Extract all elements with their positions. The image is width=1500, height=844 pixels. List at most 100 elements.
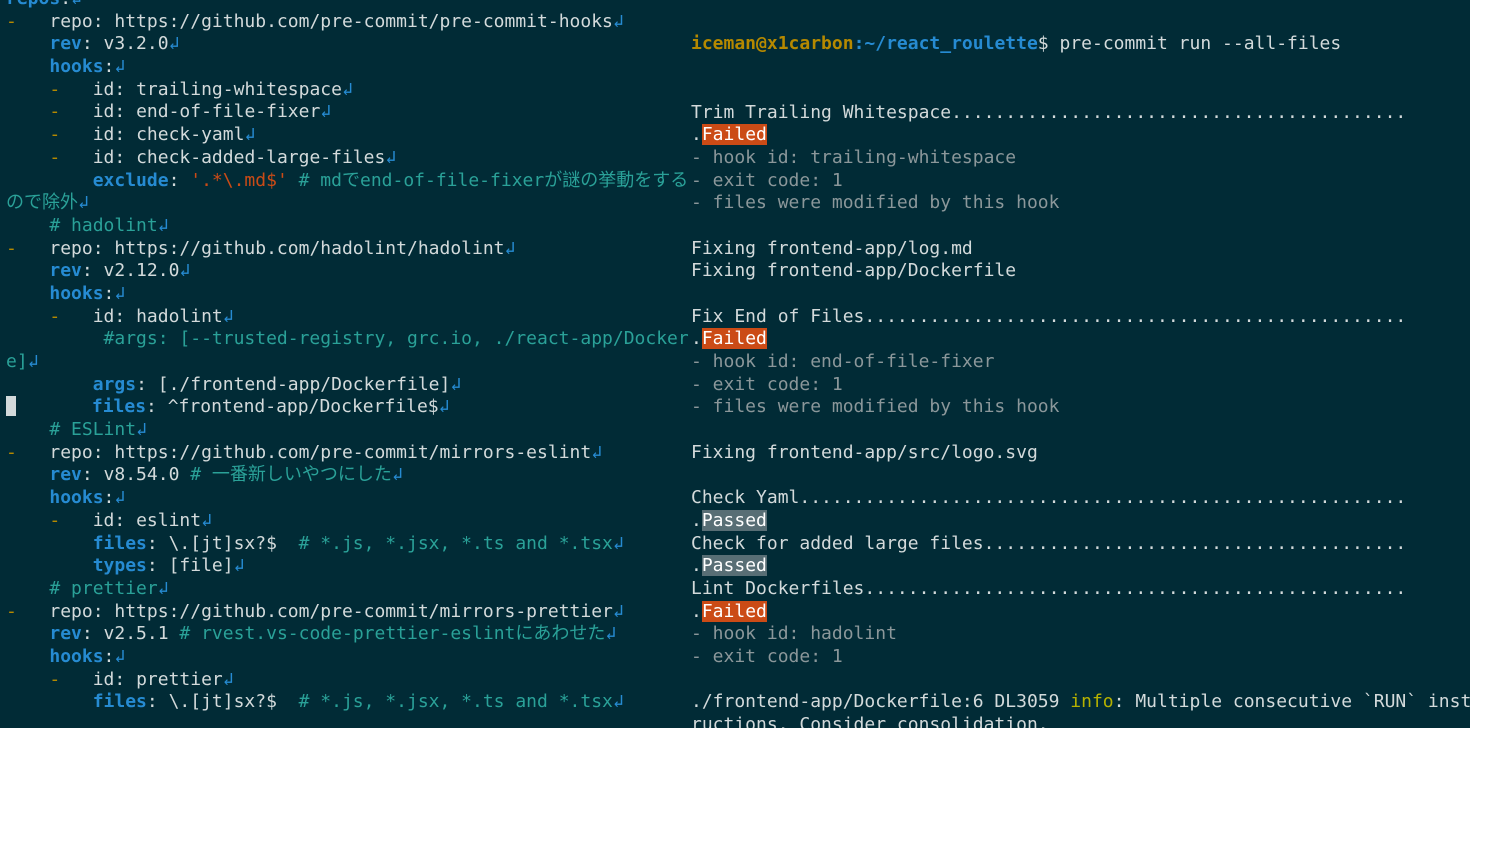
editor-line: rev: v8.54.0 # 一番新しいやつにした↲ bbox=[6, 464, 690, 487]
editor-text: : v3.2.0 bbox=[81, 33, 169, 55]
return-icon: ↲ bbox=[341, 78, 353, 100]
editor-text: : v2.12.0 bbox=[81, 260, 180, 282]
editor-text: hooks bbox=[49, 56, 104, 78]
editor-text: # *.js, *.jsx, *.ts and *.tsx bbox=[298, 532, 613, 554]
status-failed-badge: Failed bbox=[701, 124, 767, 146]
return-icon: ↲ bbox=[591, 441, 603, 463]
terminal-text: ructions. Consider consolidation. bbox=[691, 714, 1049, 728]
editor-text: : bbox=[103, 56, 115, 78]
return-icon: ↲ bbox=[391, 464, 403, 486]
return-icon: ↲ bbox=[612, 600, 624, 622]
terminal-text: - hook id: end-of-file-fixer bbox=[691, 351, 995, 373]
editor-text bbox=[6, 669, 49, 690]
editor-text: types bbox=[92, 555, 147, 577]
status-failed-badge: Failed bbox=[701, 600, 767, 622]
editor-text: rev bbox=[49, 260, 82, 282]
editor-text: hooks bbox=[49, 282, 104, 304]
prompt-command: $ pre-commit run --all-files bbox=[1037, 33, 1342, 55]
editor-line: # ESLint↲ bbox=[6, 419, 690, 442]
editor-text: exclude bbox=[92, 169, 169, 191]
editor-text: - bbox=[49, 668, 72, 690]
terminal-line: .Passed bbox=[691, 555, 1470, 578]
editor-text: - bbox=[49, 509, 72, 531]
editor-text: : bbox=[103, 645, 115, 667]
terminal-pane-output[interactable]: iceman@x1carbon:~/react_roulette$ pre-co… bbox=[691, 0, 1470, 728]
return-icon: ↲ bbox=[612, 10, 624, 32]
editor-line: hooks:↲ bbox=[6, 646, 690, 669]
editor-text: repo: https://github.com/hadolint/hadoli… bbox=[27, 237, 505, 259]
editor-text: - bbox=[6, 600, 28, 622]
editor-pane-precommit-config[interactable]: repos:↲- repo: https://github.com/pre-co… bbox=[6, 0, 690, 714]
editor-text: : v2.5.1 bbox=[81, 623, 180, 645]
terminal-text: Fix End of Files........................… bbox=[691, 305, 1407, 327]
return-icon: ↲ bbox=[612, 691, 624, 713]
editor-line: - id: hadolint↲ bbox=[6, 306, 690, 329]
editor-text: id: eslint bbox=[71, 509, 202, 531]
editor-line: hooks:↲ bbox=[6, 487, 690, 510]
editor-line: - id: check-added-large-files↲ bbox=[6, 147, 690, 170]
editor-text bbox=[6, 260, 49, 281]
terminal-line: .Failed bbox=[691, 124, 1470, 147]
return-icon: ↲ bbox=[114, 56, 126, 78]
editor-text: # rvest.vs-code-prettier-eslintにあわせた bbox=[179, 623, 606, 645]
editor-line: e]↲ bbox=[6, 351, 690, 374]
terminal-text: . bbox=[691, 600, 702, 622]
terminal-text: : Multiple consecutive `RUN` inst bbox=[1113, 691, 1470, 713]
status-passed-badge: Passed bbox=[701, 509, 767, 531]
return-icon: ↲ bbox=[71, 0, 82, 9]
editor-text: id: check-yaml bbox=[71, 124, 245, 146]
editor-text: # 一番新しいやつにした bbox=[190, 464, 392, 486]
editor-text: - bbox=[6, 441, 28, 463]
terminal-line: .Failed bbox=[691, 600, 1470, 624]
return-icon: ↲ bbox=[612, 532, 624, 554]
editor-line: - id: eslint↲ bbox=[6, 510, 690, 533]
return-icon: ↲ bbox=[201, 509, 212, 531]
editor-text: args bbox=[92, 373, 137, 395]
terminal-window[interactable]: repos:↲- repo: https://github.com/pre-co… bbox=[0, 0, 1470, 728]
terminal-line: Trim Trailing Whitespace................… bbox=[691, 102, 1470, 125]
editor-text: : [file] bbox=[146, 555, 234, 577]
return-icon: ↲ bbox=[385, 146, 397, 168]
editor-text: ので除外 bbox=[6, 192, 78, 214]
editor-text: repo: https://github.com/pre-commit/mirr… bbox=[27, 441, 592, 463]
editor-text: repo: https://github.com/pre-commit/mirr… bbox=[27, 600, 613, 622]
editor-text: : bbox=[103, 282, 115, 304]
return-icon: ↲ bbox=[504, 237, 516, 259]
terminal-text: - files were modified by this hook bbox=[691, 192, 1060, 214]
editor-text: rev bbox=[49, 464, 82, 486]
shell-prompt-line: iceman@x1carbon:~/react_roulette$ pre-co… bbox=[691, 33, 1470, 56]
return-icon: ↲ bbox=[244, 124, 256, 146]
terminal-line: Fix End of Files........................… bbox=[691, 306, 1470, 329]
terminal-line: - hook id: end-of-file-fixer bbox=[691, 351, 1470, 374]
editor-text: repo: https://github.com/pre-commit/pre-… bbox=[27, 10, 613, 32]
terminal-line: - hook id: trailing-whitespace bbox=[691, 147, 1470, 170]
editor-text bbox=[6, 487, 49, 508]
editor-text: - bbox=[49, 101, 72, 123]
editor-text: - bbox=[49, 78, 72, 100]
editor-text: # mdでend-of-file-fixerが謎の挙動をする bbox=[287, 169, 689, 191]
return-icon: ↲ bbox=[450, 373, 462, 395]
editor-text bbox=[6, 306, 49, 327]
return-icon: ↲ bbox=[438, 396, 450, 418]
editor-line: types: [file]↲ bbox=[6, 555, 690, 578]
terminal-text: Fixing frontend-app/log.md bbox=[691, 237, 973, 259]
editor-text: : bbox=[168, 169, 191, 191]
terminal-text: - exit code: 1 bbox=[691, 373, 843, 395]
editor-line: files: \.[jt]sx?$ # *.js, *.jsx, *.ts an… bbox=[6, 533, 690, 556]
editor-text bbox=[6, 646, 49, 667]
editor-text bbox=[6, 170, 93, 191]
editor-text: id: hadolint bbox=[71, 305, 223, 327]
return-icon: ↲ bbox=[136, 419, 147, 441]
editor-line: - repo: https://github.com/pre-commit/mi… bbox=[6, 601, 690, 624]
editor-text bbox=[6, 283, 49, 304]
editor-text: hooks bbox=[49, 487, 104, 509]
editor-text: e] bbox=[6, 351, 28, 372]
terminal-text: - files were modified by this hook bbox=[691, 396, 1060, 418]
editor-text: # ESLint bbox=[6, 419, 137, 441]
editor-text: - bbox=[49, 305, 72, 327]
terminal-text: Lint Dockerfiles........................… bbox=[691, 577, 1407, 599]
editor-text: - bbox=[6, 237, 28, 259]
terminal-line: - hook id: hadolint bbox=[691, 623, 1470, 646]
terminal-text: - exit code: 1 bbox=[691, 646, 843, 667]
terminal-text: . bbox=[691, 328, 702, 350]
